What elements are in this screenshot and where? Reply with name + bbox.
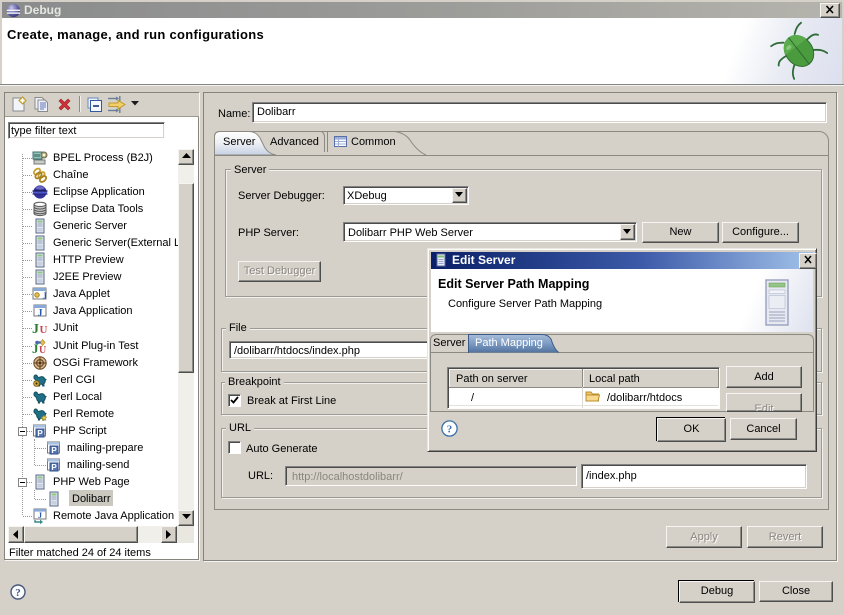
svg-text:U: U <box>40 324 48 336</box>
svg-text:J: J <box>38 511 42 520</box>
svg-text:J: J <box>32 322 39 336</box>
svg-text:?: ? <box>447 424 453 436</box>
svg-text:P: P <box>51 446 57 455</box>
svg-text:J: J <box>43 291 48 301</box>
svg-text:P: P <box>37 429 43 438</box>
svg-text:P: P <box>51 463 57 472</box>
svg-text:U: U <box>39 345 46 354</box>
svg-text:?: ? <box>15 587 21 599</box>
svg-text:J: J <box>38 308 43 319</box>
